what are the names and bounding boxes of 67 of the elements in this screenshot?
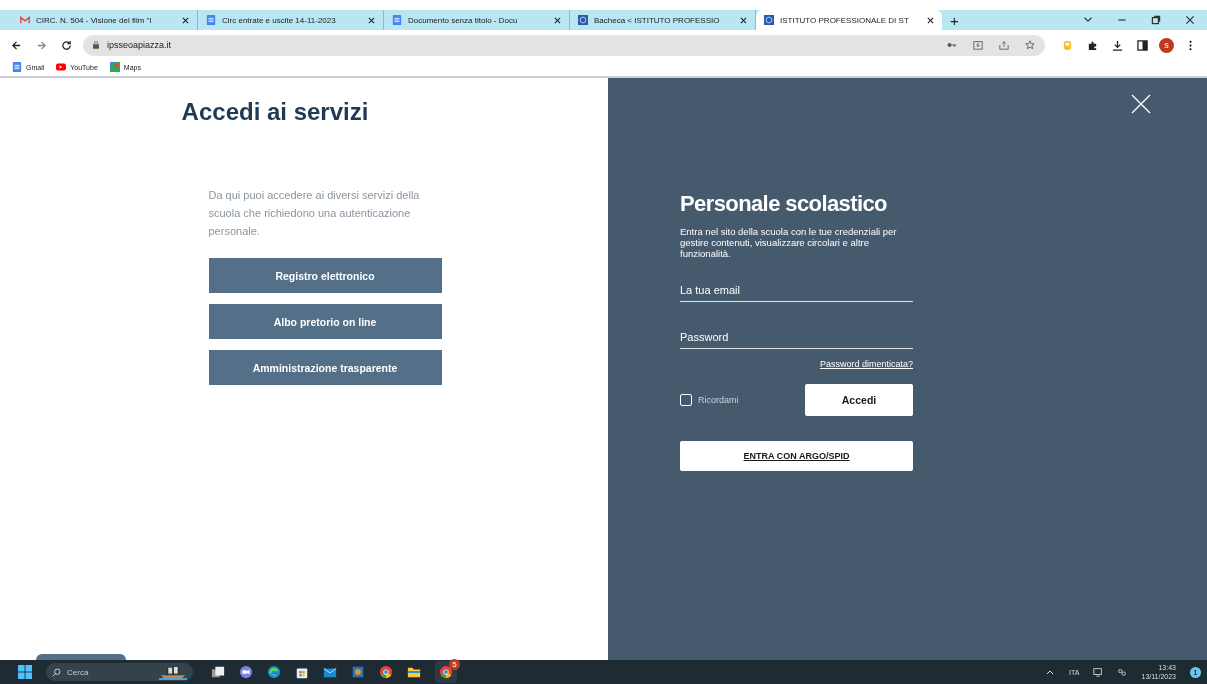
close-tab-icon[interactable] [554, 16, 561, 24]
close-tab-icon[interactable] [368, 16, 375, 24]
puzzle-icon[interactable] [1087, 39, 1098, 51]
ship-icon [159, 664, 187, 680]
page-heading: Accedi ai servizi [181, 98, 369, 126]
service-button[interactable]: Amministrazione trasparente [208, 350, 442, 385]
reload-icon[interactable] [61, 39, 72, 51]
tab-title: CIRC. N. 504 - Visione del film "I [36, 15, 153, 25]
remember-label: Ricordami [698, 395, 739, 405]
folder-icon[interactable] [407, 665, 421, 679]
key-icon[interactable] [947, 40, 957, 50]
url-text: ipsseoapiazza.it [107, 40, 172, 50]
play-icon [56, 62, 67, 72]
close-tab-icon[interactable] [740, 16, 747, 24]
document-icon [392, 15, 402, 25]
search-icon [52, 667, 61, 677]
browser-tab[interactable]: Documento senza titolo - Docu [384, 10, 570, 30]
chrome-taskbar-button[interactable]: 5 [435, 661, 457, 683]
search-placeholder: Cerca [67, 667, 89, 677]
back-icon[interactable] [11, 39, 22, 51]
tab-title: Bacheca < ISTITUTO PROFESSIO [594, 15, 721, 25]
close-tab-icon[interactable] [182, 16, 189, 24]
password-field[interactable]: Password [680, 326, 913, 349]
browser-tab[interactable]: Bacheca < ISTITUTO PROFESSIO [570, 10, 756, 30]
spid-login-button[interactable]: ENTRA CON ARGO/SPID [680, 441, 913, 471]
browser-tab[interactable]: ISTITUTO PROFESSIONALE DI ST [756, 10, 942, 30]
document-icon [12, 62, 22, 72]
browser-tab[interactable]: Circ entrate e uscite 14-11-2023 [198, 10, 384, 30]
lock-icon [93, 41, 99, 49]
download-icon[interactable] [1112, 39, 1123, 51]
task-view-icon[interactable] [211, 665, 225, 679]
monitor-icon[interactable] [1093, 667, 1104, 677]
install-icon[interactable] [973, 40, 983, 50]
side-panel-icon[interactable] [1137, 39, 1148, 51]
forward-icon[interactable] [36, 39, 47, 51]
map-pin-icon [109, 62, 120, 72]
taskbar-search[interactable]: Cerca [46, 663, 193, 681]
service-button[interactable]: Albo pretorio on line [208, 304, 442, 339]
document-icon [206, 15, 216, 25]
address-bar[interactable]: ipsseoapiazza.it [83, 34, 1045, 56]
service-button[interactable]: Registro elettronico [208, 258, 442, 293]
mail-icon[interactable] [323, 665, 337, 679]
login-button[interactable]: Accedi [805, 384, 913, 416]
start-icon[interactable] [18, 665, 32, 679]
new-tab-button[interactable]: + [942, 12, 967, 28]
browser-tab[interactable]: CIRC. N. 504 - Visione del film "I [12, 10, 198, 30]
restore-icon[interactable] [1150, 14, 1162, 26]
school-logo-icon [764, 15, 774, 25]
login-heading: Personale scolastico [680, 190, 888, 218]
close-icon[interactable] [1184, 14, 1196, 26]
remember-checkbox[interactable] [680, 394, 692, 406]
partial-tab[interactable] [36, 654, 126, 660]
star-icon[interactable] [1025, 40, 1035, 50]
close-tab-icon[interactable] [927, 16, 934, 24]
school-logo-icon [578, 15, 588, 25]
email-field[interactable]: La tua email [680, 279, 913, 302]
login-description: Entra nel sito della scuola con le tue credenziali per gestire contenuti, visualizzare circolari e altre funzionalità. [680, 226, 898, 259]
tab-title: Circ entrate e uscite 14-11-2023 [222, 15, 337, 25]
forgot-password-link[interactable]: Password dimenticata? [819, 359, 913, 369]
tab-title: ISTITUTO PROFESSIONALE DI ST [780, 15, 910, 25]
mail-icon [20, 15, 30, 25]
notification-badge: 5 [449, 659, 460, 670]
profile-avatar[interactable]: s [1159, 37, 1174, 53]
intro-text: Da qui puoi accedere ai diversi servizi della scuola che richiedono una autenticazione personale. [208, 188, 421, 239]
chat-icon[interactable] [239, 665, 253, 679]
tab-title: Documento senza titolo - Docu [408, 15, 519, 25]
media-player-icon[interactable] [351, 665, 365, 679]
